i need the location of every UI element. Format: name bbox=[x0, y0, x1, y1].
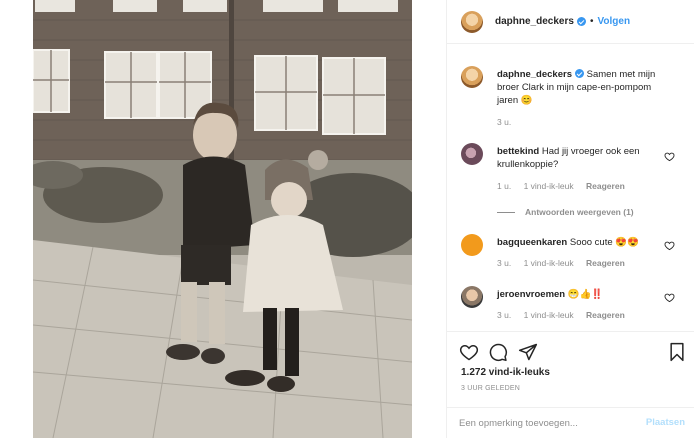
caption-avatar[interactable] bbox=[461, 66, 483, 88]
comment-icon[interactable] bbox=[488, 342, 508, 362]
photo-area bbox=[0, 0, 446, 438]
reply-button[interactable]: Reageren bbox=[586, 258, 625, 268]
comment-likes[interactable]: 1 vind-ik-leuk bbox=[524, 258, 574, 268]
reply-button[interactable]: Reageren bbox=[586, 181, 625, 191]
verified-badge-icon bbox=[574, 69, 584, 78]
share-icon[interactable] bbox=[518, 342, 538, 362]
comment-like-heart-icon[interactable] bbox=[664, 292, 675, 303]
post-header: daphne_deckers • Volgen bbox=[447, 0, 694, 44]
comment-body: jeroenvroemen 😁👍‼️ bbox=[497, 288, 667, 301]
comment-like-heart-icon[interactable] bbox=[664, 151, 675, 162]
post-panel: daphne_deckers • Volgen daphne_deckers S… bbox=[446, 0, 694, 438]
comment-body: bagqueenkaren Sooo cute 😍😍 bbox=[497, 236, 667, 249]
likes-count[interactable]: 1.272 vind-ik-leuks bbox=[461, 367, 550, 378]
comment-likes[interactable]: 1 vind-ik-leuk bbox=[524, 181, 574, 191]
post-actions: 1.272 vind-ik-leuks 3 UUR GELEDEN bbox=[447, 331, 694, 407]
caption-username[interactable]: daphne_deckers bbox=[497, 69, 572, 80]
comment-like-heart-icon[interactable] bbox=[664, 240, 675, 251]
comment-likes[interactable]: 1 vind-ik-leuk bbox=[524, 310, 574, 320]
comment-username[interactable]: bagqueenkaren bbox=[497, 237, 567, 248]
comment-time[interactable]: 1 u. bbox=[497, 181, 511, 191]
post-photo[interactable] bbox=[33, 0, 412, 438]
add-comment-bar: Plaatsen bbox=[447, 407, 694, 438]
caption-time[interactable]: 3 u. bbox=[497, 117, 511, 127]
caption-body: daphne_deckers Samen met mijn broer Clar… bbox=[497, 68, 667, 107]
comment-avatar[interactable] bbox=[461, 286, 483, 308]
heart-icon[interactable] bbox=[459, 342, 479, 362]
comment-username[interactable]: jeroenvroemen bbox=[497, 289, 565, 300]
caption-meta: 3 u. bbox=[497, 117, 521, 127]
author-username[interactable]: daphne_deckers bbox=[495, 16, 574, 27]
replies-line bbox=[497, 211, 515, 213]
comment-avatar[interactable] bbox=[461, 234, 483, 256]
separator-dot: • bbox=[589, 16, 594, 27]
reply-button[interactable]: Reageren bbox=[586, 310, 625, 320]
comment-input[interactable] bbox=[459, 414, 639, 432]
post-timestamp[interactable]: 3 UUR GELEDEN bbox=[461, 385, 520, 392]
comment-text: 😁👍‼️ bbox=[567, 289, 604, 300]
verified-badge-icon bbox=[576, 17, 586, 26]
comment-time[interactable]: 3 u. bbox=[497, 310, 511, 320]
view-replies-button[interactable]: Antwoorden weergeven (1) bbox=[497, 207, 634, 217]
photo-image bbox=[33, 0, 412, 438]
author-avatar[interactable] bbox=[461, 10, 483, 33]
comment-time[interactable]: 3 u. bbox=[497, 258, 511, 268]
post-comment-button[interactable]: Plaatsen bbox=[646, 417, 685, 428]
follow-button[interactable]: Volgen bbox=[597, 16, 630, 27]
comment-meta: 3 u. 1 vind-ik-leuk Reageren bbox=[497, 310, 635, 320]
comments-list[interactable]: daphne_deckers Samen met mijn broer Clar… bbox=[447, 45, 694, 331]
comment-text: Sooo cute 😍😍 bbox=[569, 237, 639, 248]
comment-avatar[interactable] bbox=[461, 143, 483, 165]
comment-body: bettekind Had jij vroeger ook een krulle… bbox=[497, 145, 667, 171]
bookmark-icon[interactable] bbox=[667, 342, 687, 362]
comment-username[interactable]: bettekind bbox=[497, 146, 539, 157]
comment-meta: 1 u. 1 vind-ik-leuk Reageren bbox=[497, 181, 635, 191]
comment-meta: 3 u. 1 vind-ik-leuk Reageren bbox=[497, 258, 635, 268]
view-replies-label: Antwoorden weergeven (1) bbox=[525, 207, 634, 217]
